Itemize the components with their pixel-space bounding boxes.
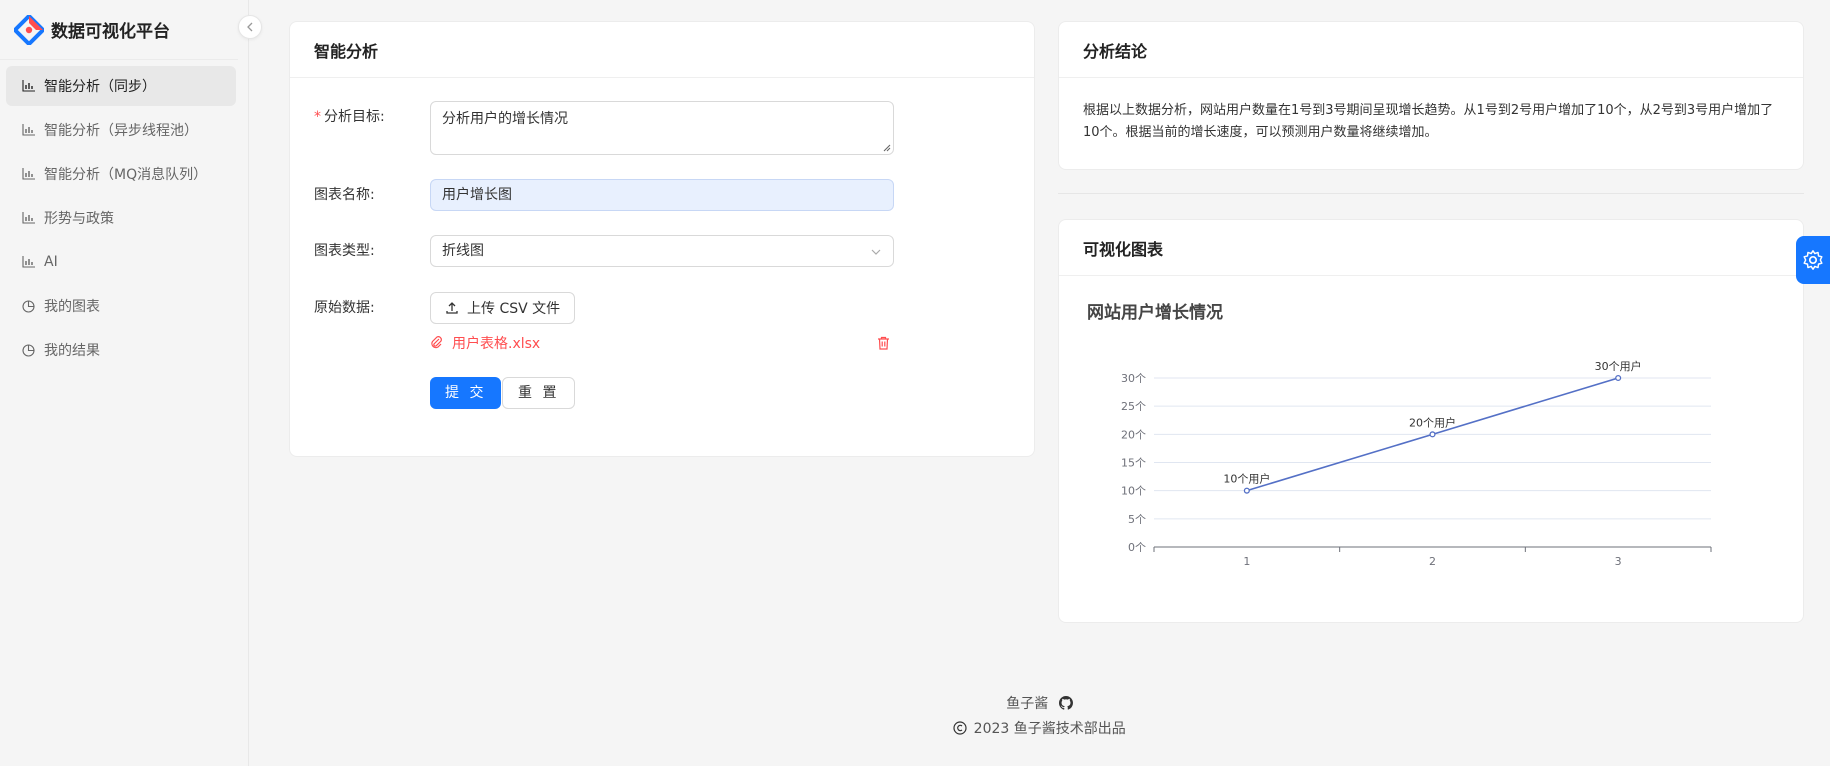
data-label: 30个用户 (1595, 359, 1642, 373)
chart-type-label: 图表类型: (314, 243, 375, 259)
copyright-icon (953, 721, 967, 735)
uploaded-file-name[interactable]: 用户表格.xlsx (452, 333, 540, 353)
y-tick-label: 10个 (1121, 485, 1146, 498)
footer-copyright: 2023 鱼子酱技术部出品 (973, 721, 1126, 737)
sidebar: 数据可视化平台 智能分析（同步） 智能分析（异步线程池） 智能分析（MQ消息队列） 形… (0, 0, 249, 766)
sidebar-item-6[interactable]: 我的图表 (6, 286, 236, 326)
data-point (1615, 374, 1622, 382)
sidebar-item-3[interactable]: 智能分析（MQ消息队列） (6, 154, 236, 194)
goal-textarea[interactable]: 分析用户的增长情况 (430, 101, 894, 155)
bar-chart-icon (21, 211, 35, 225)
sidebar-menu: 智能分析（同步） 智能分析（异步线程池） 智能分析（MQ消息队列） 形势与政策 AI 我的… (0, 60, 248, 370)
delete-icon[interactable] (877, 336, 890, 350)
sidebar-item-label: 形势与政策 (44, 211, 114, 227)
sidebar-item-label: AI (44, 254, 58, 270)
reset-button[interactable]: 重 置 (502, 377, 576, 409)
sidebar-item-label: 我的结果 (44, 343, 100, 359)
footer-copyright-row: 2023 鱼子酱技术部出品 (249, 718, 1830, 738)
app-title: 数据可视化平台 (51, 22, 170, 42)
section-divider (1058, 193, 1804, 194)
upload-icon (446, 302, 458, 314)
raw-data-row: 原始数据: 上传 CSV 文件 (314, 292, 576, 324)
chevron-down-icon (871, 249, 881, 255)
x-tick-label: 3 (1615, 555, 1622, 568)
bar-chart-icon (21, 167, 35, 181)
y-tick-label: 25个 (1121, 400, 1146, 413)
sidebar-item-label: 智能分析（MQ消息队列） (44, 167, 208, 183)
data-label: 10个用户 (1223, 472, 1270, 486)
conclusion-card-title: 分析结论 (1059, 22, 1803, 78)
data-label: 20个用户 (1409, 415, 1456, 429)
chart-name-row: 图表名称: 用户增长图 (314, 179, 894, 211)
y-tick-label: 5个 (1128, 513, 1146, 526)
chevron-left-icon (247, 22, 253, 32)
bar-chart-icon (21, 123, 35, 137)
sidebar-item-1[interactable]: 智能分析（同步） (6, 66, 236, 106)
resize-grip-icon[interactable] (881, 142, 891, 152)
upload-csv-button[interactable]: 上传 CSV 文件 (430, 292, 576, 324)
analysis-card-title: 智能分析 (290, 22, 1034, 78)
github-icon[interactable] (1058, 696, 1073, 710)
footer-author-row: 鱼子酱 (249, 693, 1830, 713)
uploaded-file-item[interactable]: 用户表格.xlsx (430, 331, 894, 355)
visual-card-title: 可视化图表 (1059, 220, 1803, 276)
data-point (1429, 431, 1436, 438)
y-tick-label: 20个 (1121, 428, 1146, 441)
x-tick-label: 2 (1429, 555, 1436, 568)
sidebar-item-label: 智能分析（同步） (44, 79, 156, 95)
pie-chart-icon (21, 299, 35, 313)
sidebar-item-7[interactable]: 我的结果 (6, 330, 236, 370)
submit-button[interactable]: 提 交 (430, 377, 502, 409)
goal-row: * 分析目标: 分析用户的增长情况 (314, 101, 894, 155)
pie-chart-icon (21, 343, 35, 357)
chart-type-row: 图表类型: 折线图 (314, 235, 894, 267)
sidebar-item-label: 我的图表 (44, 299, 100, 315)
gear-icon (1803, 250, 1823, 270)
conclusion-text: 根据以上数据分析，网站用户数量在1号到3号期间呈现增长趋势。从1号到2号用户增加… (1083, 103, 1774, 140)
sidebar-item-5[interactable]: AI (6, 242, 236, 282)
conclusion-card: 分析结论 根据以上数据分析，网站用户数量在1号到3号期间呈现增长趋势。从1号到2… (1058, 21, 1804, 170)
sidebar-item-2[interactable]: 智能分析（异步线程池） (6, 110, 236, 150)
bar-chart-icon (21, 79, 35, 93)
data-point (1243, 487, 1250, 494)
chart-name-label: 图表名称: (314, 187, 375, 203)
y-tick-label: 15个 (1121, 457, 1146, 470)
paperclip-icon (431, 336, 442, 349)
visual-card: 可视化图表 网站用户增长情况 0个 5个 10个 15个 20个 25个 30个 1 2 3 10个… (1058, 219, 1804, 623)
y-tick-label: 30个 (1121, 372, 1146, 385)
x-tick-label: 1 (1243, 555, 1250, 568)
analysis-card: 智能分析 * 分析目标: 分析用户的增长情况 图表名称: 用户增长图 图表类型: … (289, 21, 1035, 457)
bar-chart-icon (21, 255, 35, 269)
raw-data-label: 原始数据: (314, 300, 375, 316)
sidebar-item-4[interactable]: 形势与政策 (6, 198, 236, 238)
footer-author: 鱼子酱 (1006, 696, 1049, 712)
chart-name-input[interactable]: 用户增长图 (430, 179, 894, 211)
settings-button[interactable] (1796, 236, 1830, 284)
line-chart: 0个 5个 10个 15个 20个 25个 30个 1 2 3 10个用户 20个用户 30个用户 (1121, 359, 1712, 568)
sidebar-item-label: 智能分析（异步线程池） (44, 123, 198, 139)
chart-type-select[interactable]: 折线图 (430, 235, 894, 267)
goal-label: * 分析目标: (314, 109, 385, 125)
y-tick-label: 0个 (1128, 541, 1146, 554)
logo-icon (12, 12, 46, 47)
logo-row: 数据可视化平台 (0, 0, 238, 60)
collapse-sidebar-button[interactable] (238, 15, 262, 39)
